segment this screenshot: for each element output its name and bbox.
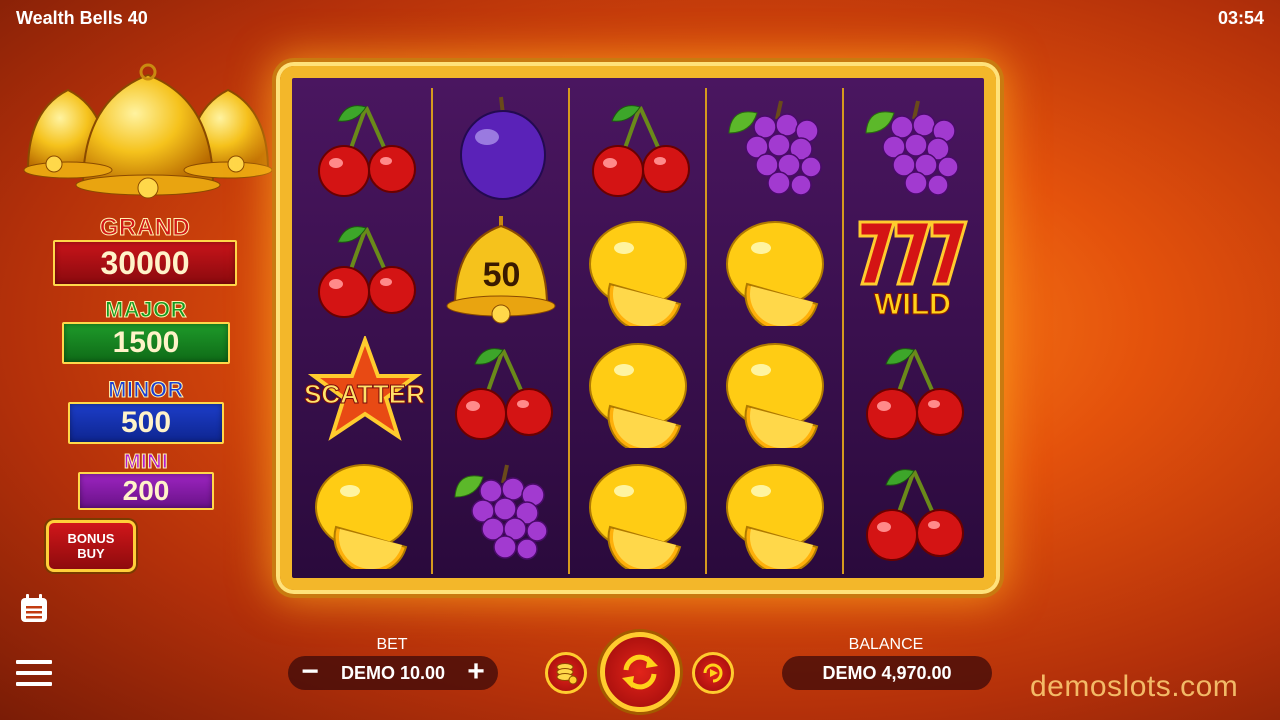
bet-value: DEMO 10.00 — [340, 662, 446, 683]
reel-5: WILD — [844, 88, 981, 574]
grapes-icon — [453, 464, 548, 560]
jackpot-major: MAJOR 1500 — [62, 297, 230, 364]
reel-4 — [707, 88, 844, 574]
jackpot-major-label: MAJOR — [105, 297, 187, 322]
jackpot-minor-value: 500 — [68, 402, 224, 444]
jackpot-grand: GRAND 30000 — [52, 214, 238, 286]
menu-icon[interactable] — [16, 658, 52, 688]
coins-settings-button[interactable] — [545, 652, 587, 694]
grapes-icon — [727, 100, 822, 196]
cherry-icon — [865, 347, 964, 440]
watermark: demoslots.com — [1030, 670, 1239, 703]
bonus-buy-button[interactable]: BONUS BUY — [46, 520, 136, 572]
clock: 03:54 — [1217, 8, 1264, 28]
coins-icon — [556, 663, 578, 685]
jackpot-grand-label: GRAND — [99, 214, 191, 241]
scatter-label: SCATTER — [304, 379, 426, 410]
reel-2: 50 — [433, 88, 570, 574]
symbol-cherry — [844, 453, 981, 575]
symbol-lemon — [296, 453, 433, 575]
symbol-cherry — [296, 210, 433, 332]
cherry-icon — [317, 226, 416, 319]
spin-arrows-icon — [622, 654, 658, 690]
calendar-icon[interactable] — [18, 592, 50, 624]
lemon-icon — [725, 464, 824, 570]
symbol-cherry — [844, 331, 981, 453]
jackpot-mini-label: MINI — [123, 451, 169, 473]
cherry-icon — [317, 104, 416, 197]
jackpot-minor: MINOR 500 — [68, 377, 224, 444]
symbol-lemon — [707, 210, 844, 332]
spin-button[interactable] — [600, 632, 680, 712]
cherry-icon — [865, 469, 964, 562]
plum-icon — [459, 96, 546, 200]
symbol-lemon — [570, 210, 707, 332]
lemon-icon — [314, 464, 413, 570]
golden-bells-logo — [23, 63, 273, 199]
symbol-golden-bell: 50 — [433, 210, 570, 332]
symbol-plum — [433, 88, 570, 210]
reel-3 — [570, 88, 707, 574]
game-title: Wealth Bells 40 — [16, 8, 148, 28]
bet-label: BET — [376, 636, 408, 653]
reels-frame: SCATTER 50 WILD — [280, 66, 996, 590]
autoplay-button[interactable] — [692, 652, 734, 694]
symbol-scatter-star: SCATTER — [296, 331, 433, 453]
bet-control: − DEMO 10.00 + — [288, 656, 498, 690]
jackpot-grand-value: 30000 — [53, 240, 237, 286]
symbol-grapes — [707, 88, 844, 210]
balance-label: BALANCE — [848, 636, 924, 653]
cherry-icon — [454, 347, 553, 440]
cherry-icon — [591, 104, 690, 197]
symbol-cherry — [570, 88, 707, 210]
lemon-icon — [725, 342, 824, 448]
jackpot-mini: MINI 200 — [78, 452, 214, 510]
bet-increase-button[interactable]: + — [462, 657, 490, 687]
bet-decrease-button[interactable]: − — [296, 657, 324, 687]
lemon-icon — [725, 221, 824, 327]
wild-label: WILD — [874, 287, 952, 321]
bell-value: 50 — [482, 255, 521, 294]
symbol-lemon — [707, 331, 844, 453]
reel-1: SCATTER — [296, 88, 433, 574]
jackpot-minor-label: MINOR — [108, 377, 184, 402]
grapes-icon — [864, 100, 959, 196]
symbol-seven-wild: WILD — [844, 210, 981, 332]
reels-grid: SCATTER 50 WILD — [296, 88, 980, 574]
autoplay-icon — [703, 663, 723, 683]
symbol-lemon — [570, 453, 707, 575]
top-bar: Wealth Bells 40 03:54 — [0, 0, 1280, 36]
symbol-lemon — [707, 453, 844, 575]
symbol-grapes — [433, 453, 570, 575]
symbol-cherry — [296, 88, 433, 210]
lemon-icon — [588, 342, 687, 448]
jackpot-major-value: 1500 — [62, 322, 230, 364]
balance-value: DEMO 4,970.00 — [782, 656, 992, 690]
symbol-grapes — [844, 88, 981, 210]
lemon-icon — [588, 221, 687, 327]
lemon-icon — [588, 464, 687, 570]
symbol-cherry — [433, 331, 570, 453]
bonus-buy-line1: BONUS — [67, 531, 115, 546]
jackpot-mini-value: 200 — [78, 472, 214, 510]
bonus-buy-line2: BUY — [77, 546, 105, 561]
symbol-lemon — [570, 331, 707, 453]
